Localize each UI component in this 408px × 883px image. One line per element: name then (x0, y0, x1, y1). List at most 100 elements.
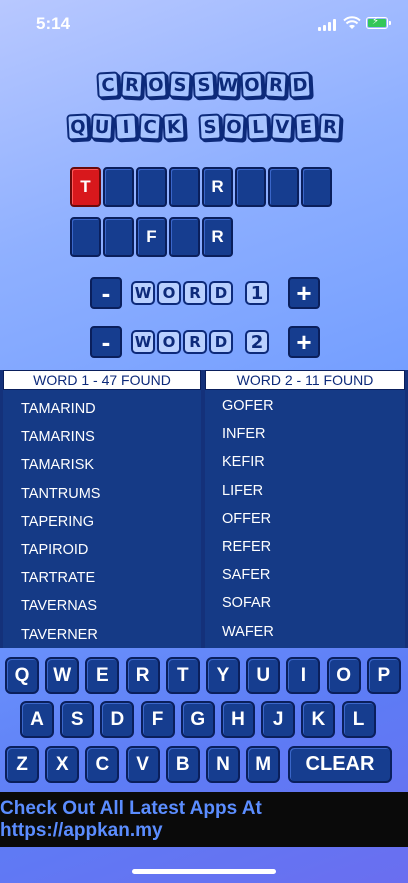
key-r[interactable]: R (125, 657, 160, 694)
result-word[interactable]: TAVERNER (21, 621, 201, 649)
title-letter: L (246, 113, 270, 141)
key-n[interactable]: N (206, 746, 240, 783)
word-1-letter-cell[interactable] (169, 167, 200, 207)
result-word[interactable]: TAMARISK (21, 451, 201, 479)
result-word[interactable]: TAVERNAS (21, 592, 201, 620)
home-indicator (132, 869, 276, 874)
key-k[interactable]: K (301, 701, 336, 738)
title-letter: R (264, 71, 288, 99)
result-word[interactable]: WAFER (222, 618, 405, 646)
result-word[interactable]: GOFER (222, 392, 405, 420)
key-d[interactable]: D (100, 701, 135, 738)
clear-button[interactable]: CLEAR (288, 746, 392, 783)
word-1-control: - WORD1 + (0, 277, 408, 311)
promo-banner-text: Check Out All Latest Apps At https://app… (0, 797, 262, 841)
result-word[interactable]: TAMARIND (21, 395, 201, 423)
word-1-letter-cell[interactable] (103, 167, 134, 207)
key-a[interactable]: A (20, 701, 54, 738)
word-1-letter-cell[interactable] (136, 167, 167, 207)
key-b[interactable]: B (165, 746, 200, 783)
word-1-letter-cell[interactable]: R (202, 167, 233, 207)
word-2-minus-button[interactable]: - (90, 326, 122, 358)
key-p[interactable]: P (366, 657, 401, 694)
title-letter: O (144, 71, 168, 99)
key-z[interactable]: Z (5, 746, 39, 783)
key-s[interactable]: S (60, 701, 95, 738)
title-letter: C (96, 71, 120, 99)
title-letter: W (216, 71, 240, 99)
word-1-letter-cell[interactable] (301, 167, 332, 207)
result-word[interactable]: TANTRUMS (21, 480, 201, 508)
key-x[interactable]: X (45, 746, 80, 783)
word-2-cells: FR (70, 217, 233, 257)
key-q[interactable]: Q (5, 657, 39, 694)
battery-icon: ⚡ (366, 16, 391, 29)
word-label-letter: W (131, 330, 155, 354)
key-y[interactable]: Y (206, 657, 240, 694)
word-1-letter-cell[interactable]: T (70, 167, 101, 207)
result-word[interactable]: TAPERING (21, 508, 201, 536)
key-g[interactable]: G (180, 701, 215, 738)
title-letter: K (162, 113, 186, 141)
keyboard-row-2: ASDFGHJKL (0, 701, 408, 739)
key-t[interactable]: T (165, 657, 200, 694)
word-1-plus-button[interactable]: + (288, 277, 320, 309)
result-word[interactable]: LIFER (222, 477, 405, 505)
title-letter: I (114, 113, 138, 141)
key-c[interactable]: C (85, 746, 120, 783)
word-1-results-header: WORD 1 - 47 FOUND (3, 370, 201, 390)
result-word[interactable]: TAPIROID (21, 536, 201, 564)
word-2-results-list[interactable]: WORD 2 - 11 FOUND GOFER INFER KEFIR LIFER OF… (205, 370, 405, 648)
word-label-letter: R (183, 281, 207, 305)
key-o[interactable]: O (326, 657, 361, 694)
app-title-line-2: QUICKSOLVER (0, 113, 408, 141)
title-letter: S (192, 71, 216, 99)
key-m[interactable]: M (246, 746, 281, 783)
word-2-letter-cell[interactable]: R (202, 217, 233, 257)
result-word[interactable]: SOFAR (222, 589, 405, 617)
wifi-icon (343, 16, 361, 29)
title-letter: E (294, 113, 318, 141)
key-j[interactable]: J (261, 701, 296, 738)
word-label-number: 2 (245, 330, 269, 354)
word-label-letter: O (157, 281, 181, 305)
result-word[interactable]: TAMARINS (21, 423, 201, 451)
word-1-label: WORD1 (131, 281, 269, 305)
title-letter: R (120, 71, 144, 99)
key-f[interactable]: F (140, 701, 175, 738)
word-2-letter-cell[interactable] (70, 217, 101, 257)
result-word[interactable]: OFFER (222, 505, 405, 533)
word-2-letter-cell[interactable]: F (136, 217, 167, 257)
key-u[interactable]: U (246, 657, 281, 694)
word-2-letter-cell[interactable] (169, 217, 200, 257)
key-h[interactable]: H (221, 701, 255, 738)
word-1-results-list[interactable]: WORD 1 - 47 FOUND TAMARIND TAMARINS TAMARI… (3, 370, 201, 648)
word-1-minus-button[interactable]: - (90, 277, 122, 309)
word-1-letter-cell[interactable] (235, 167, 266, 207)
word-2-letter-cell[interactable] (103, 217, 134, 257)
word-2-label: WORD2 (131, 330, 269, 354)
result-word[interactable]: KEFIR (222, 448, 405, 476)
word-2-plus-button[interactable]: + (288, 326, 320, 358)
word-label-letter: W (131, 281, 155, 305)
key-l[interactable]: L (341, 701, 376, 738)
title-letter: C (138, 113, 162, 141)
key-w[interactable]: W (45, 657, 80, 694)
result-word[interactable]: TARTRATE (21, 564, 201, 592)
result-word[interactable]: SAFER (222, 561, 405, 589)
result-word[interactable]: REFER (222, 533, 405, 561)
status-time: 5:14 (36, 14, 71, 33)
title-letter: D (288, 71, 312, 99)
title-letter: S (168, 71, 192, 99)
title-letter: U (90, 113, 114, 141)
word-label-letter: O (157, 330, 181, 354)
cellular-signal-icon (318, 19, 338, 31)
key-v[interactable]: V (125, 746, 160, 783)
promo-banner[interactable]: Check Out All Latest Apps At https://app… (0, 792, 408, 847)
result-word[interactable]: INFER (222, 420, 405, 448)
key-i[interactable]: I (286, 657, 321, 694)
title-letter: O (222, 113, 246, 141)
key-e[interactable]: E (85, 657, 120, 694)
word-1-letter-cell[interactable] (268, 167, 299, 207)
title-letter: Q (66, 113, 90, 141)
